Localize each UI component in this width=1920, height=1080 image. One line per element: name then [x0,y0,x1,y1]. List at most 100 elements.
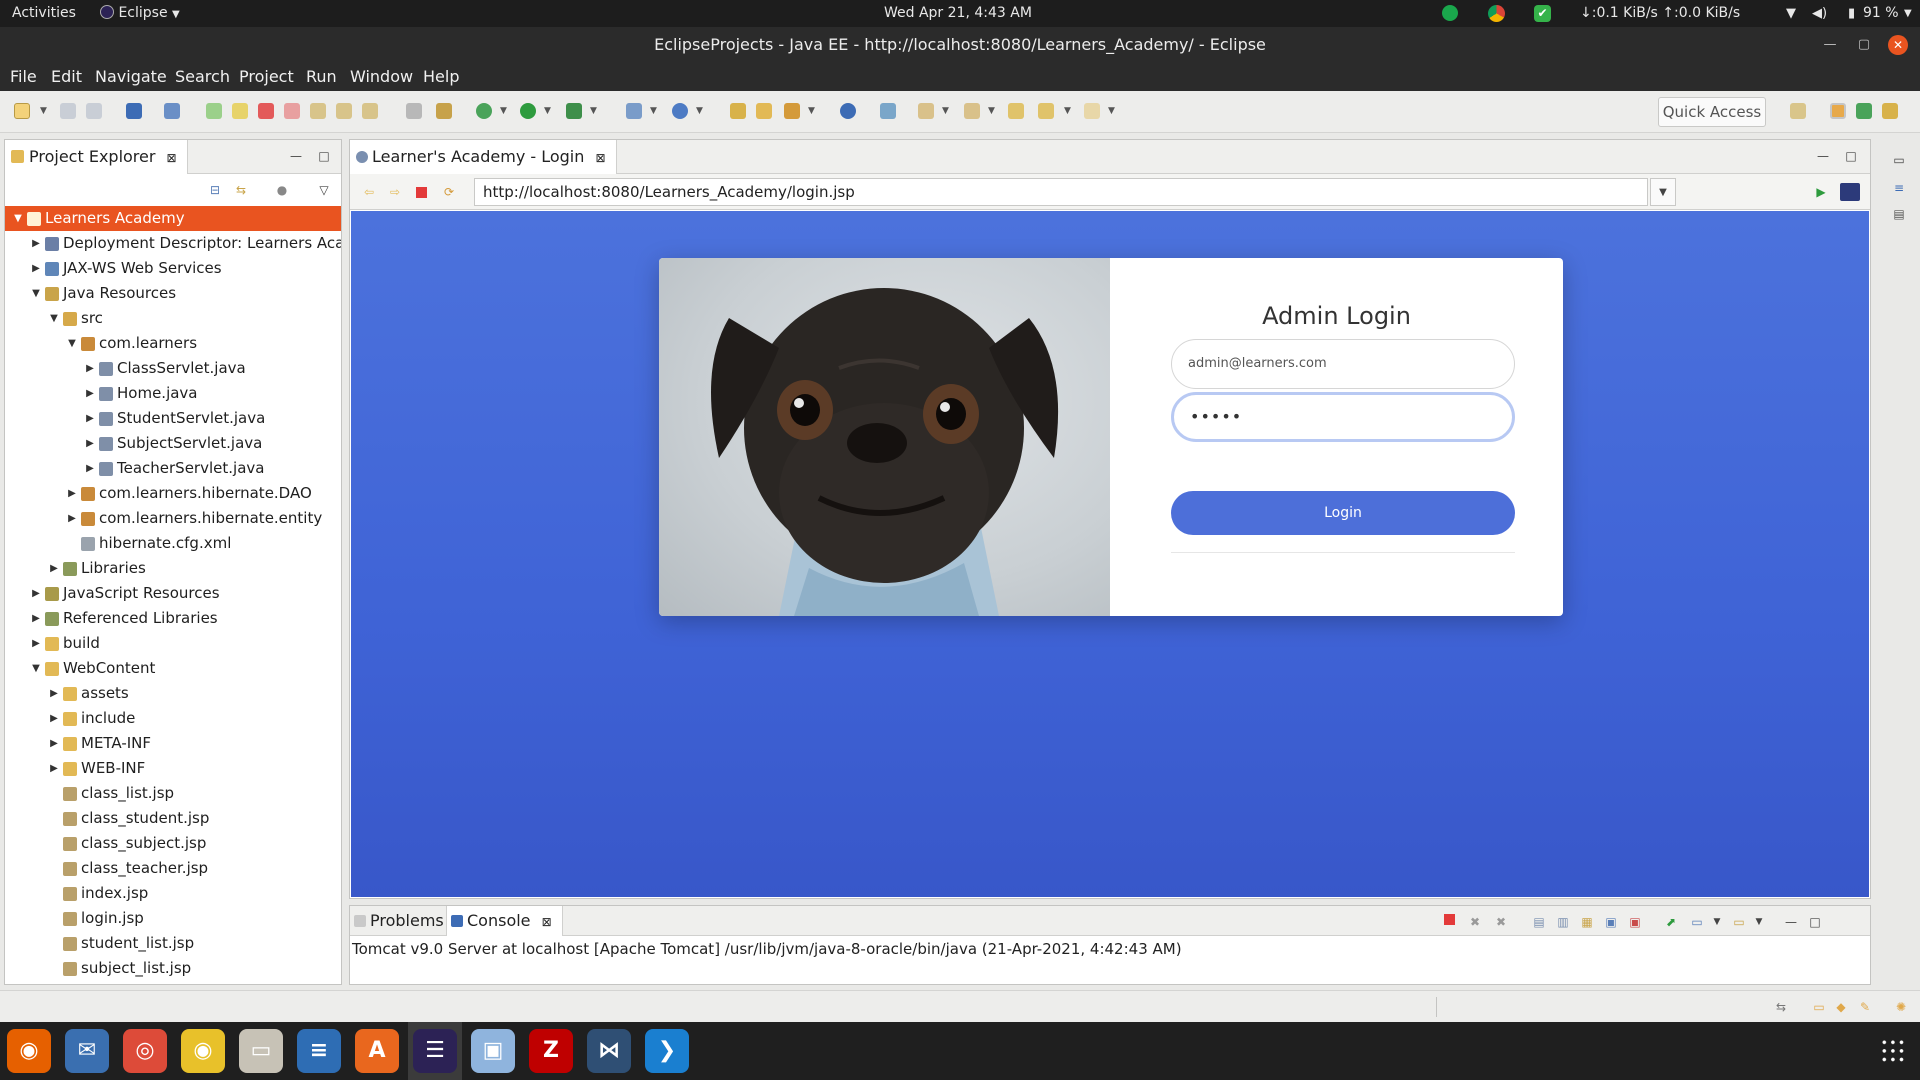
tree-item[interactable]: hibernate.cfg.xml [5,531,341,556]
forward-arrow-icon[interactable]: ⇨ [388,185,402,199]
next-annotation-icon[interactable] [918,103,934,119]
password-input[interactable]: ••••• [1171,392,1515,442]
progress-icon[interactable]: ⇆ [1774,1000,1788,1014]
editor-tab-login[interactable]: Learner's Academy - Login ⊠ [350,140,617,174]
tree-item[interactable]: ▶ Libraries [5,556,341,581]
files-icon[interactable]: ▭ [239,1029,283,1073]
debug-icon[interactable] [476,103,492,119]
back-dropdown-icon[interactable]: ▼ [1064,103,1074,119]
new-dropdown-icon[interactable]: ▼ [40,103,50,119]
maximize-icon[interactable]: ▢ [1854,35,1874,55]
remove-launch-icon[interactable]: ✖ [1468,915,1482,929]
maximize-console-icon[interactable]: □ [1808,915,1822,929]
minimize-editor-icon[interactable]: — [1816,149,1830,163]
tree-item[interactable]: class_student.jsp [5,806,341,831]
expand-right-icon[interactable]: ▶ [29,581,43,606]
step-into-icon[interactable] [310,103,326,119]
tree-item[interactable]: ▶ Home.java [5,381,341,406]
eclipse-icon[interactable]: ☰ [413,1029,457,1073]
refresh-icon[interactable]: ⟳ [442,185,456,199]
server-icon[interactable] [880,103,896,119]
remove-all-launches-icon[interactable]: ✖ [1494,915,1508,929]
login-button[interactable]: Login [1171,491,1515,535]
previous-annotation-dropdown-icon[interactable]: ▼ [988,103,998,119]
close-tab-icon[interactable]: ⊠ [542,915,552,929]
open-console-dropdown-icon[interactable]: ▼ [1752,915,1766,929]
tree-item[interactable]: ▶ com.learners.hibernate.DAO [5,481,341,506]
expand-right-icon[interactable]: ▶ [65,481,79,506]
expand-right-icon[interactable]: ▶ [83,381,97,406]
expand-right-icon[interactable]: ▶ [65,506,79,531]
menu-file[interactable]: File [10,63,37,91]
skip-breakpoints-icon[interactable] [164,103,180,119]
vscode-icon[interactable]: ❯ [645,1029,689,1073]
status-icon-1[interactable]: ▭ [1812,1000,1826,1014]
tree-item[interactable]: ▶ StudentServlet.java [5,406,341,431]
search-icon[interactable] [784,103,800,119]
show-on-stderr-icon[interactable]: ▣ [1628,915,1642,929]
expand-down-icon[interactable]: ▼ [47,306,61,331]
tree-item[interactable]: index.jsp [5,881,341,906]
java-perspective-icon[interactable] [1882,103,1898,119]
expand-right-icon[interactable]: ▶ [47,556,61,581]
drop-to-frame-icon[interactable] [406,103,422,119]
back-icon[interactable] [1038,103,1054,119]
writer-icon[interactable]: ≡ [297,1029,341,1073]
new-class-icon[interactable] [672,103,688,119]
menu-project[interactable]: Project [239,63,294,91]
tree-item[interactable]: ▶ ClassServlet.java [5,356,341,381]
show-on-stdout-icon[interactable]: ▣ [1604,915,1618,929]
close-tab-icon[interactable]: ⊠ [595,151,605,165]
expand-down-icon[interactable]: ▼ [11,206,25,231]
expand-right-icon[interactable]: ▶ [47,756,61,781]
quick-access-field[interactable]: Quick Access [1658,97,1766,127]
email-input[interactable]: admin@learners.com [1171,339,1515,389]
display-console-dropdown-icon[interactable]: ▼ [1710,915,1724,929]
menu-run[interactable]: Run [306,63,337,91]
run-icon[interactable] [520,103,536,119]
terminate-console-icon[interactable] [1444,914,1455,925]
thunderbird-icon[interactable]: ✉ [65,1029,109,1073]
tree-item[interactable]: ▼ src [5,306,341,331]
tree-item[interactable]: ▼ WebContent [5,656,341,681]
tree-item[interactable]: class_teacher.jsp [5,856,341,881]
save-all-icon[interactable] [86,103,102,119]
suspend-icon[interactable] [232,103,248,119]
url-history-dropdown-icon[interactable]: ▼ [1650,178,1676,206]
tree-item[interactable]: ▶ WEB-INF [5,756,341,781]
tree-item[interactable]: ▶ Referenced Libraries [5,606,341,631]
menu-navigate[interactable]: Navigate [95,63,167,91]
battery-percent[interactable]: 91 % [1863,0,1899,27]
browser-globe-icon[interactable] [840,103,856,119]
tree-item[interactable]: login.jsp [5,906,341,931]
open-console-icon[interactable]: ▭ [1732,915,1746,929]
software-center-icon[interactable]: A [355,1029,399,1073]
next-annotation-dropdown-icon[interactable]: ▼ [942,103,952,119]
open-external-browser-icon[interactable] [1840,183,1860,201]
expand-right-icon[interactable]: ▶ [83,456,97,481]
expand-right-icon[interactable]: ▶ [47,706,61,731]
battery-icon[interactable]: ▮ [1848,0,1855,27]
mysql-workbench-icon[interactable]: ⋈ [587,1029,631,1073]
new-icon[interactable] [14,103,30,119]
new-java-project-icon[interactable] [626,103,642,119]
search-dropdown-icon[interactable]: ▼ [808,103,818,119]
tab-console[interactable]: Console ⊠ [446,906,563,936]
tree-item[interactable]: ▶ Deployment Descriptor: Learners Acad [5,231,341,256]
save-icon[interactable] [60,103,76,119]
menu-edit[interactable]: Edit [51,63,82,91]
debug-dropdown-icon[interactable]: ▼ [500,103,510,119]
last-edit-location-icon[interactable] [1008,103,1024,119]
tree-item[interactable]: ▼ Java Resources [5,281,341,306]
tree-item[interactable]: ▶ META-INF [5,731,341,756]
tree-item[interactable]: student_list.jsp [5,931,341,956]
expand-down-icon[interactable]: ▼ [29,656,43,681]
forward-dropdown-icon[interactable]: ▼ [1108,103,1118,119]
tree-item[interactable]: ▶ build [5,631,341,656]
app-menu[interactable]: Eclipse ▼ [100,0,180,27]
indicator-green-icon[interactable] [1442,5,1458,21]
word-wrap-icon[interactable]: ▦ [1580,915,1594,929]
url-input[interactable]: http://localhost:8080/Learners_Academy/l… [474,178,1648,206]
display-console-icon[interactable]: ▭ [1690,915,1704,929]
rhythmbox-icon[interactable]: ◉ [181,1029,225,1073]
